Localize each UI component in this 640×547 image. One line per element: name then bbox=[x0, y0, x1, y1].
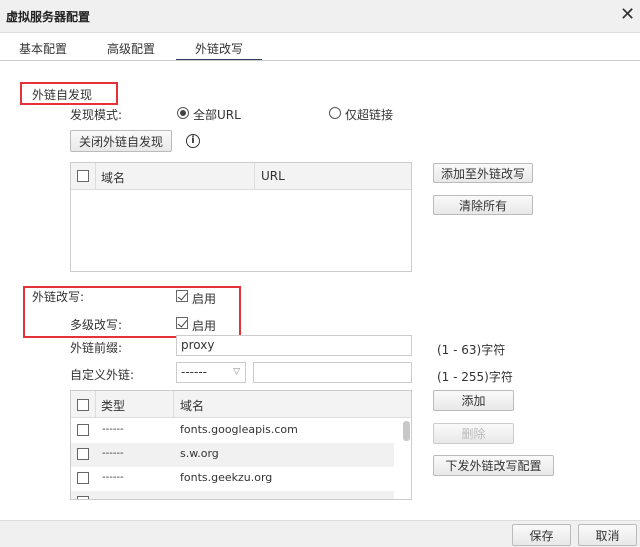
multilevel-enable-checkbox[interactable] bbox=[176, 317, 188, 329]
prefix-input[interactable]: proxy bbox=[176, 335, 412, 356]
table-row[interactable]: ------ s.w.org bbox=[71, 443, 394, 467]
row-type: ------ bbox=[102, 472, 124, 483]
column-domain: 域名 bbox=[101, 171, 126, 185]
custom-label: 自定义外链: bbox=[70, 368, 135, 382]
row-checkbox[interactable] bbox=[77, 424, 89, 436]
close-icon[interactable]: ✕ bbox=[620, 4, 635, 25]
row-domain: fonts.geekzu.org bbox=[180, 471, 273, 484]
title-bar bbox=[0, 0, 640, 33]
prefix-hint: (1 - 63)字符 bbox=[437, 343, 506, 357]
multilevel-label: 多级改写: bbox=[70, 318, 123, 332]
dialog-title: 虚拟服务器配置 bbox=[6, 10, 91, 24]
row-type: ------ bbox=[102, 424, 124, 435]
rewrite-table: 类型 域名 ------ fonts.googleapis.com ------… bbox=[70, 390, 412, 500]
scrollbar-thumb[interactable] bbox=[403, 421, 410, 441]
select-all-checkbox[interactable] bbox=[77, 399, 89, 411]
column-type: 类型 bbox=[101, 399, 126, 413]
radio-all-url-label: 全部URL bbox=[193, 108, 241, 122]
add-to-rewrite-button[interactable]: 添加至外链改写 bbox=[433, 163, 533, 183]
save-button[interactable]: 保存 bbox=[512, 524, 571, 546]
column-domain: 域名 bbox=[180, 399, 205, 413]
select-all-checkbox[interactable] bbox=[77, 170, 89, 182]
row-checkbox[interactable] bbox=[77, 448, 89, 460]
clear-all-button[interactable]: 清除所有 bbox=[433, 195, 533, 215]
tab-divider bbox=[0, 60, 640, 61]
custom-hint: (1 - 255)字符 bbox=[437, 370, 513, 384]
table-row[interactable] bbox=[71, 491, 394, 499]
column-url: URL bbox=[261, 169, 285, 183]
custom-type-value: ------ bbox=[181, 365, 207, 379]
row-domain: fonts.googleapis.com bbox=[180, 423, 298, 436]
table-row[interactable]: ------ fonts.googleapis.com bbox=[71, 419, 394, 443]
prefix-label: 外链前缀: bbox=[70, 341, 123, 355]
row-domain: s.w.org bbox=[180, 447, 219, 460]
mode-label: 发现模式: bbox=[70, 108, 123, 122]
table-row[interactable]: ------ fonts.geekzu.org bbox=[71, 467, 394, 491]
disable-discovery-button[interactable]: 关闭外链自发现 bbox=[70, 130, 172, 152]
info-icon[interactable]: i bbox=[186, 134, 200, 148]
delete-button[interactable]: 删除 bbox=[433, 423, 514, 444]
add-button[interactable]: 添加 bbox=[433, 390, 514, 411]
custom-link-input[interactable] bbox=[253, 362, 412, 383]
multilevel-enable-text: 启用 bbox=[192, 319, 217, 333]
row-type: ------ bbox=[102, 448, 124, 459]
discovery-table: 域名 URL bbox=[70, 162, 412, 272]
row-checkbox[interactable] bbox=[77, 496, 89, 499]
section-title: 外链自发现 bbox=[32, 88, 93, 102]
radio-hyperlink-only[interactable] bbox=[329, 107, 341, 119]
radio-hyperlink-label: 仅超链接 bbox=[345, 108, 394, 122]
cancel-button[interactable]: 取消 bbox=[578, 524, 637, 546]
tab-basic[interactable]: 基本配置 bbox=[8, 40, 78, 61]
tab-advanced[interactable]: 高级配置 bbox=[96, 40, 166, 61]
tab-link-rewrite[interactable]: 外链改写 bbox=[176, 40, 262, 61]
push-config-button[interactable]: 下发外链改写配置 bbox=[433, 455, 554, 476]
rewrite-enable-text: 启用 bbox=[192, 292, 217, 306]
radio-all-url[interactable] bbox=[177, 107, 189, 119]
rewrite-label: 外链改写: bbox=[32, 290, 85, 304]
chevron-down-icon: ▽ bbox=[233, 367, 240, 377]
rewrite-enable-checkbox[interactable] bbox=[176, 290, 188, 302]
custom-type-select[interactable]: ------ ▽ bbox=[176, 362, 246, 383]
row-checkbox[interactable] bbox=[77, 472, 89, 484]
